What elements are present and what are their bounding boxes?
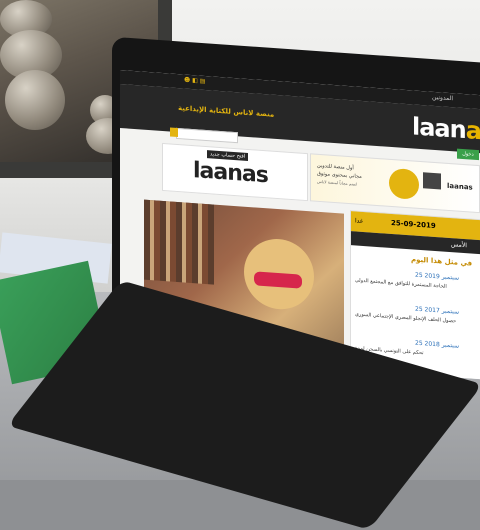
entry-date: 25 سبتمبر 2018 [415,339,459,350]
sidebar-section-title: في مثل هذا اليوم [411,255,473,268]
bookshelf [144,199,214,285]
banner-person-image [389,167,419,200]
banner-right[interactable]: أول منصة للتدوين مجاني بمحتوى موثوق انضم… [310,153,480,214]
topbar-icons[interactable]: ☻ ◧ ▤ [184,76,205,84]
logo-text: laan [412,112,466,145]
list-item[interactable]: 25 سبتمبر 2019 الحاجة المستمرة للتوافق م… [355,267,479,306]
banner-left[interactable]: افتح حساب جديد laanas [162,142,308,202]
topbar-bloggers-link[interactable]: المدونين [432,94,453,102]
site-logo[interactable]: laanas [412,112,480,146]
logo-accent: a [465,116,480,146]
sidebar-date: 25-09-2019 [391,218,436,231]
banner-brand: laanas [447,181,473,192]
banner-logo: laanas [193,158,268,189]
sidebar-today[interactable]: غدا [355,217,363,225]
search-icon[interactable] [170,127,178,138]
tab-yesterday[interactable]: الأمس [451,241,467,249]
entry-date: 25 سبتمبر 2019 [415,271,459,282]
laptop-icon [423,172,441,190]
photo-stone [5,70,65,130]
site-title: منصة لاناس للكتابة الإبداعية [178,104,275,119]
banner-line-1: أول منصة للتدوين [317,162,354,172]
list-item[interactable]: 25 سبتمبر 2017 حصول الحلف الإنجلو المصري… [355,301,479,340]
banner-line-3: انضم مجاناً لمنصة لاناس [317,178,358,187]
enter-button[interactable]: دخول [457,148,479,161]
entry-date: 25 سبتمبر 2017 [415,305,459,316]
